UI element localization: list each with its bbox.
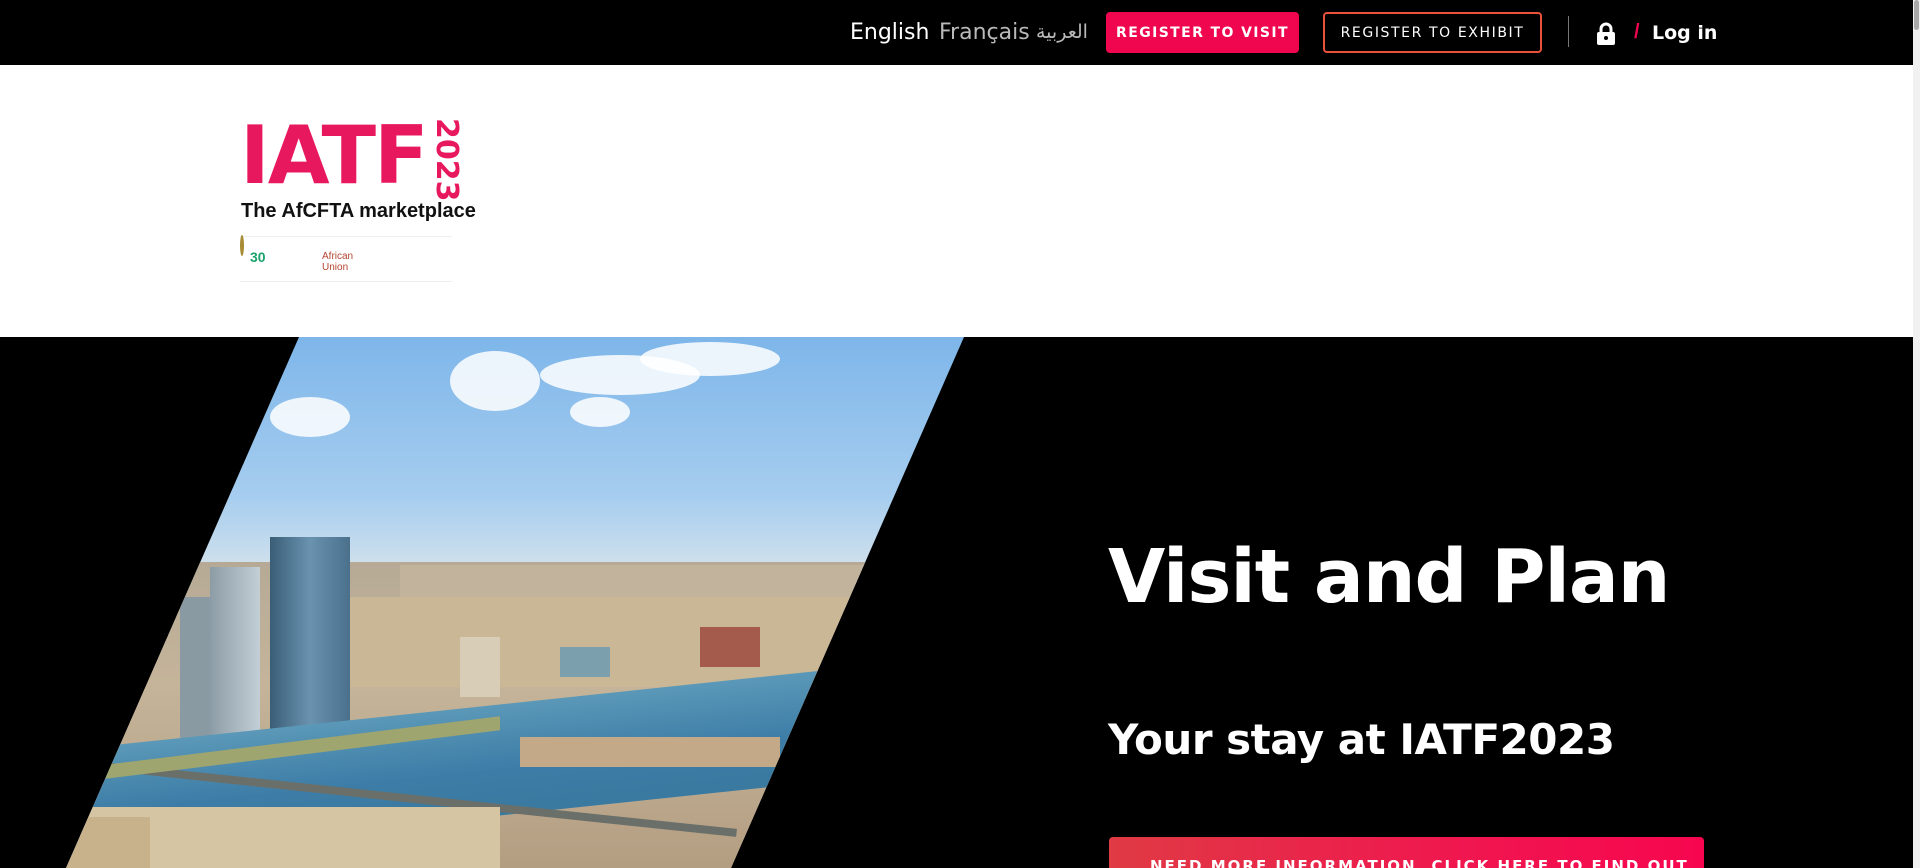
- divider: [1568, 16, 1569, 47]
- login-separator: /: [1634, 21, 1640, 43]
- register-to-visit-button[interactable]: REGISTER TO VISIT: [1106, 12, 1299, 53]
- scrollbar[interactable]: [1913, 0, 1920, 868]
- logo-wordmark: IATF: [240, 109, 429, 202]
- iatf-logo[interactable]: IATF 2023 The AfCFTA marketplace 30 Afri…: [240, 109, 476, 284]
- language-arabic[interactable]: العربية: [1036, 21, 1088, 43]
- hero-section: Visit and Plan Your stay at IATF2023 NEE…: [0, 337, 1913, 868]
- logo-year: 2023: [429, 118, 464, 202]
- language-french[interactable]: Français: [939, 20, 1030, 45]
- lock-icon[interactable]: [1596, 22, 1616, 46]
- register-to-exhibit-button[interactable]: REGISTER TO EXHIBIT: [1323, 12, 1542, 53]
- cairo-city-photo: [66, 337, 964, 868]
- sponsor-african-union: African Union: [322, 251, 354, 273]
- hero-title: Visit and Plan: [1108, 534, 1670, 620]
- sponsor-afreximbank: 30: [250, 249, 266, 265]
- logo-sponsors: 30 African Union: [240, 235, 452, 282]
- logo-tagline: The AfCFTA marketplace: [241, 200, 476, 222]
- login-link[interactable]: Log in: [1652, 22, 1717, 44]
- more-info-button[interactable]: NEED MORE INFORMATION, CLICK HERE TO FIN…: [1109, 837, 1704, 868]
- language-english[interactable]: English: [850, 20, 929, 45]
- sponsor-afcfta-seal: [240, 235, 244, 256]
- top-bar: English Français العربية REGISTER TO VIS…: [0, 0, 1920, 65]
- scrollbar-thumb[interactable]: [1914, 0, 1919, 30]
- hero-subtitle: Your stay at IATF2023: [1108, 715, 1615, 764]
